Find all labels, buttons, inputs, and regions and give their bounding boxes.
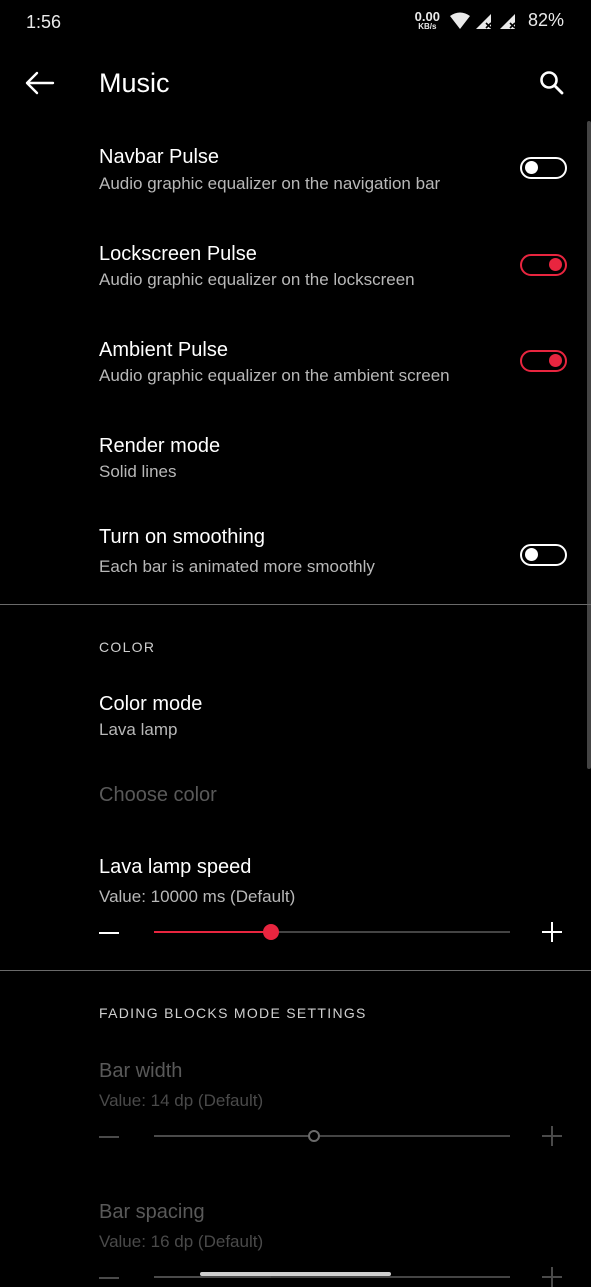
lava-lamp-speed-title: Lava lamp speed bbox=[99, 856, 252, 878]
home-indicator[interactable] bbox=[200, 1272, 391, 1276]
status-bar: 1:56 0.00 KB/s 82% bbox=[0, 0, 591, 44]
toggle-knob bbox=[525, 548, 538, 561]
increase-button bbox=[542, 1267, 562, 1287]
slider-thumb[interactable] bbox=[263, 924, 280, 940]
ambient-pulse-title: Ambient Pulse bbox=[99, 339, 228, 361]
smoothing-subtitle: Each bar is animated more smoothly bbox=[99, 557, 375, 576]
lockscreen-pulse-title: Lockscreen Pulse bbox=[99, 243, 257, 265]
navbar-pulse-subtitle: Audio graphic equalizer on the navigatio… bbox=[99, 174, 441, 193]
signal-icon-2 bbox=[499, 13, 516, 29]
navbar-pulse-toggle[interactable] bbox=[520, 157, 567, 179]
wifi-icon bbox=[449, 12, 470, 29]
status-icons: 0.00 KB/s 82% bbox=[415, 10, 564, 31]
increase-button bbox=[542, 1126, 562, 1146]
lockscreen-pulse-toggle[interactable] bbox=[520, 254, 567, 276]
bar-spacing-value: Value: 16 dp (Default) bbox=[99, 1232, 264, 1251]
search-icon bbox=[540, 71, 564, 95]
toggle-knob bbox=[525, 161, 538, 174]
bar-width-value: Value: 14 dp (Default) bbox=[99, 1091, 264, 1110]
bar-width-title: Bar width bbox=[99, 1060, 183, 1082]
slider-thumb bbox=[308, 1130, 321, 1142]
battery-level: 82% bbox=[527, 10, 564, 30]
slider-fill bbox=[154, 1276, 272, 1278]
divider bbox=[0, 970, 591, 971]
page-title: Music bbox=[99, 68, 170, 98]
toggle-knob bbox=[549, 354, 562, 367]
slider-fill bbox=[154, 1135, 315, 1137]
toggle-knob bbox=[549, 258, 562, 271]
ambient-pulse-subtitle: Audio graphic equalizer on the ambient s… bbox=[99, 366, 450, 385]
smoothing-title: Turn on smoothing bbox=[99, 526, 266, 548]
increase-button[interactable] bbox=[542, 922, 562, 942]
status-time: 1:56 bbox=[26, 12, 62, 32]
lava-lamp-speed-slider[interactable] bbox=[154, 924, 510, 940]
color-mode-title: Color mode bbox=[99, 693, 203, 715]
search-button[interactable] bbox=[535, 66, 569, 100]
render-mode-title: Render mode bbox=[99, 435, 221, 457]
decrease-button[interactable] bbox=[99, 932, 119, 934]
smoothing-toggle[interactable] bbox=[520, 544, 567, 566]
color-mode-value: Lava lamp bbox=[99, 720, 178, 739]
bar-width-slider bbox=[154, 1130, 510, 1142]
slider-fill bbox=[154, 931, 272, 933]
navbar-pulse-title: Navbar Pulse bbox=[99, 146, 220, 168]
color-section-header: COLOR bbox=[99, 639, 156, 655]
ambient-pulse-toggle[interactable] bbox=[520, 350, 567, 372]
divider bbox=[0, 604, 591, 605]
lava-lamp-speed-value: Value: 10000 ms (Default) bbox=[99, 887, 296, 906]
lockscreen-pulse-subtitle: Audio graphic equalizer on the lockscree… bbox=[99, 270, 415, 289]
network-speed-unit: KB/s bbox=[418, 22, 437, 31]
render-mode-value: Solid lines bbox=[99, 462, 177, 481]
back-button[interactable] bbox=[22, 66, 56, 100]
bar-spacing-title: Bar spacing bbox=[99, 1201, 205, 1223]
decrease-button bbox=[99, 1277, 119, 1279]
arrow-left-icon bbox=[25, 71, 55, 95]
network-speed: 0.00 KB/s bbox=[415, 10, 440, 31]
bar-spacing-slider bbox=[154, 1276, 510, 1278]
choose-color-title: Choose color bbox=[99, 784, 217, 806]
app-bar: Music bbox=[0, 44, 591, 124]
scrollbar[interactable] bbox=[587, 121, 591, 769]
signal-icon bbox=[475, 13, 492, 29]
fading-section-header: FADING BLOCKS MODE SETTINGS bbox=[99, 1005, 367, 1021]
decrease-button bbox=[99, 1136, 119, 1138]
